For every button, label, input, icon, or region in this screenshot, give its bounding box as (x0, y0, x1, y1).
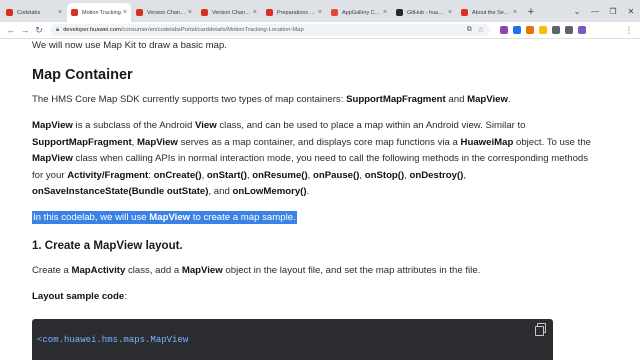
forward-button[interactable]: → (18, 25, 32, 35)
section-title: Map Container (32, 66, 133, 83)
tab-strip: Codelabs × Motion Tracking × Version Change ×… (0, 0, 640, 22)
tab-close-icon[interactable]: × (253, 9, 257, 16)
step-heading: 1. Create a MapView layout. (32, 240, 183, 252)
browser-tab[interactable]: Version Change × (132, 3, 196, 22)
browser-tab[interactable]: Preparations for × (262, 3, 326, 22)
extension-icon[interactable] (552, 26, 560, 34)
containers-paragraph: The HMS Core Map SDK currently supports … (32, 93, 511, 105)
browser-tab[interactable]: AppGallery Conn × (327, 3, 391, 22)
minimize-button[interactable]: — (586, 7, 604, 16)
copy-icon[interactable] (535, 323, 546, 336)
tab-close-icon[interactable]: × (383, 9, 387, 16)
tab-favicon-icon (6, 9, 13, 16)
tab-list: Codelabs × Motion Tracking × Version Change ×… (2, 3, 522, 22)
tab-title: Motion Tracking (82, 9, 121, 16)
step-paragraph: Create a MapActivity class, add a MapVie… (32, 265, 481, 276)
url-host: developer.huawei.com (63, 27, 121, 33)
tab-search-icon[interactable]: ⌄ (568, 7, 586, 16)
tab-favicon-icon (266, 9, 273, 16)
mapview-paragraph: MapView is a subclass of the Android Vie… (32, 120, 592, 197)
share-icon[interactable]: ⧉ (467, 26, 472, 34)
extensions-area (500, 26, 586, 34)
tab-title: AppGallery Conn (342, 9, 381, 16)
browser-tab[interactable]: Version Change × (197, 3, 261, 22)
browser-tab[interactable]: Motion Tracking × (67, 3, 131, 22)
tab-title: Version Change (147, 9, 186, 16)
tab-favicon-icon (136, 9, 143, 16)
lock-icon[interactable]: 🔒︎ (56, 27, 59, 34)
article-content: We will now use Map Kit to draw a basic … (32, 39, 592, 305)
code-line: <com.huawei.hms.maps.MapView (37, 335, 189, 345)
tab-title: Version Change (212, 9, 251, 16)
tab-title: Codelabs (17, 9, 41, 16)
tab-title: About the Servic (472, 9, 511, 16)
extension-icon[interactable] (526, 26, 534, 34)
text-selection[interactable]: In this codelab, we will use MapView to … (32, 210, 297, 224)
address-bar[interactable]: 🔒︎ developer.huawei.com /consumer/en/cod… (50, 24, 490, 36)
tab-close-icon[interactable]: × (448, 9, 452, 16)
extension-icon[interactable] (500, 26, 508, 34)
layout-sample-label: Layout sample code: (32, 290, 127, 302)
new-tab-button[interactable]: + (522, 3, 540, 22)
back-button[interactable]: ← (4, 25, 18, 35)
code-block[interactable]: <com.huawei.hms.maps.MapView (32, 319, 553, 360)
url-path: /consumer/en/codelabsPortal/carddetails/… (120, 27, 304, 33)
tab-title: GitHub - huawei (407, 9, 446, 16)
browser-tab[interactable]: About the Servic × (457, 3, 521, 22)
close-window-button[interactable]: ✕ (622, 7, 640, 16)
tab-close-icon[interactable]: × (123, 9, 127, 16)
tab-favicon-icon (201, 9, 208, 16)
tab-close-icon[interactable]: × (513, 9, 517, 16)
selected-sentence[interactable]: In this codelab, we will use MapView to … (32, 210, 592, 227)
extension-icon[interactable] (565, 26, 573, 34)
intro-text: We will now use Map Kit to draw a basic … (32, 40, 227, 51)
tab-title: Preparations for (277, 9, 316, 16)
window-controls: ⌄ — ❐ ✕ (568, 0, 640, 22)
tab-close-icon[interactable]: × (318, 9, 322, 16)
bookmark-star-icon[interactable]: ☆ (478, 26, 484, 34)
tab-close-icon[interactable]: × (188, 9, 192, 16)
tab-close-icon[interactable]: × (58, 9, 62, 16)
tab-favicon-icon (71, 9, 78, 16)
reload-button[interactable]: ↻ (32, 25, 46, 36)
tab-favicon-icon (396, 9, 403, 16)
browser-toolbar: ← → ↻ 🔒︎ developer.huawei.com /consumer/… (0, 22, 640, 39)
extension-icon[interactable] (539, 26, 547, 34)
extension-icon[interactable] (578, 26, 586, 34)
tab-favicon-icon (331, 9, 338, 16)
extension-icon[interactable] (513, 26, 521, 34)
maximize-button[interactable]: ❐ (604, 7, 622, 16)
browser-tab[interactable]: Codelabs × (2, 3, 66, 22)
browser-tab[interactable]: GitHub - huawei × (392, 3, 456, 22)
tab-favicon-icon (461, 9, 468, 16)
menu-icon[interactable]: ⋮ (622, 25, 636, 36)
